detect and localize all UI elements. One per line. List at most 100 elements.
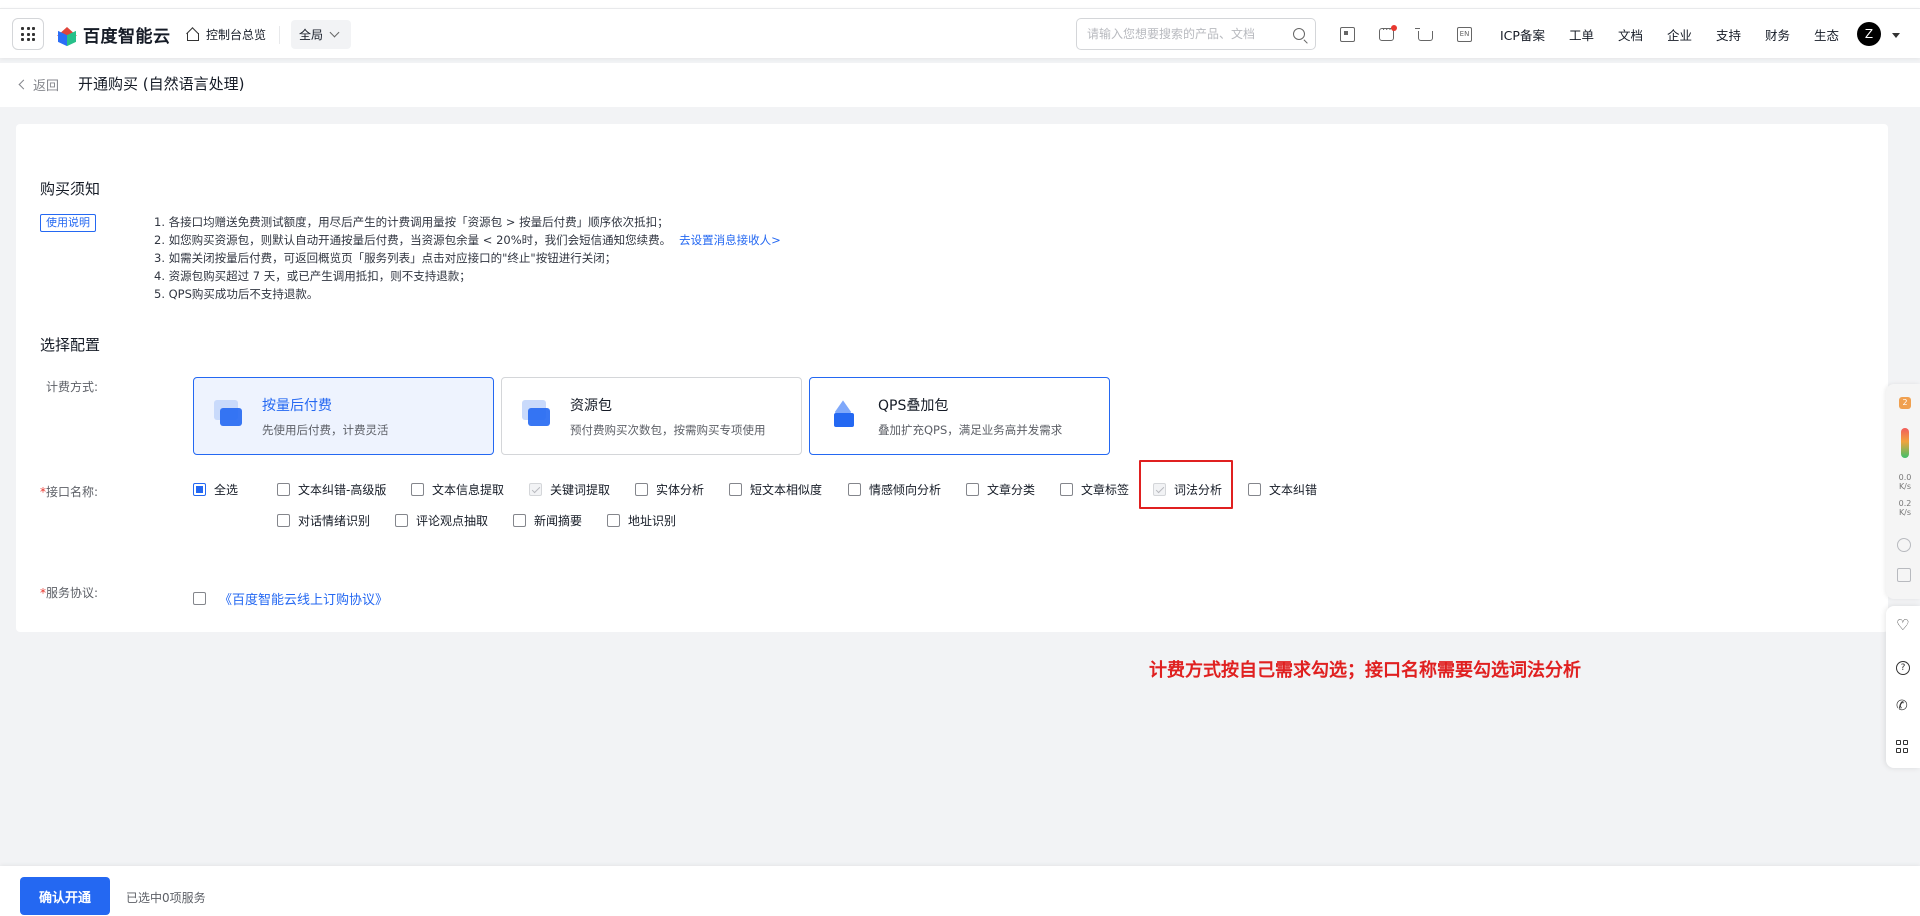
agreement-link[interactable]: 《百度智能云线上订购协议》 xyxy=(219,589,388,608)
config-title: 选择配置 xyxy=(40,336,101,354)
notification-dot xyxy=(1391,25,1397,31)
checkbox-icon xyxy=(1248,483,1261,496)
plan-resource-package[interactable]: 资源包 预付费购买次数包，按需购买专项使用 xyxy=(501,377,802,455)
checkbox-icon xyxy=(277,514,290,527)
search-box[interactable] xyxy=(1076,18,1316,50)
api-checkbox-lexical-analysis[interactable]: 词法分析 xyxy=(1153,481,1222,498)
notice-item: 5. QPS购买成功后不支持退款。 xyxy=(154,287,319,301)
checkbox-icon xyxy=(395,514,408,527)
api-checkbox[interactable]: 评论观点抽取 xyxy=(395,512,488,529)
api-checkbox[interactable]: 关键词提取 xyxy=(529,481,610,498)
checkbox-icon xyxy=(848,483,861,496)
header-link-enterprise[interactable]: 企业 xyxy=(1667,25,1692,44)
instruction-annotation: 计费方式按自己需求勾选；接口名称需要勾选词法分析 xyxy=(1149,660,1581,681)
plan-desc: 预付费购买次数包，按需购买专项使用 xyxy=(570,423,766,437)
notice-item: 2. 如您购买资源包，则默认自动开通按量后付费，当资源包余量 < 20%时，我们… xyxy=(154,233,781,247)
scope-select[interactable]: 全局 xyxy=(291,20,351,49)
speed-icon[interactable] xyxy=(1897,538,1911,552)
help-icon[interactable]: ? xyxy=(1896,661,1910,675)
api-checkbox[interactable]: 文本纠错 xyxy=(1248,481,1317,498)
header-link-ticket[interactable]: 工单 xyxy=(1569,25,1594,44)
api-checkbox[interactable]: 文本信息提取 xyxy=(411,481,504,498)
header-link-support[interactable]: 支持 xyxy=(1716,25,1741,44)
qrcode-icon[interactable] xyxy=(1340,27,1355,42)
plan-title: 按量后付费 xyxy=(262,398,332,414)
header-links: ICP备案 工单 文档 企业 支持 财务 生态 xyxy=(1500,9,1863,59)
agreement-row: 《百度智能云线上订购协议》 xyxy=(193,589,388,608)
page-header: 返回 开通购买 (自然语言处理) xyxy=(0,63,1920,107)
notice-list: 1. 各接口均赠送免费测试额度，用尽后产生的计费调用量按「资源包 > 按量后付费… xyxy=(154,213,781,303)
apps-grid-icon xyxy=(21,27,35,41)
header-link-ecosystem[interactable]: 生态 xyxy=(1814,25,1839,44)
select-all-checkbox[interactable]: 全选 xyxy=(193,481,238,498)
plan-title: QPS叠加包 xyxy=(878,398,949,414)
checkbox-icon xyxy=(635,483,648,496)
search-icon[interactable] xyxy=(1293,28,1305,40)
language-icon[interactable]: EN xyxy=(1457,27,1472,42)
checkbox-icon xyxy=(529,483,542,496)
api-checkbox[interactable]: 文章标签 xyxy=(1060,481,1129,498)
checkbox-icon xyxy=(966,483,979,496)
api-checkbox[interactable]: 文章分类 xyxy=(966,481,1035,498)
gauge-icon xyxy=(1901,428,1909,458)
chevron-left-icon xyxy=(18,79,29,90)
api-checkbox[interactable]: 实体分析 xyxy=(635,481,704,498)
plan-desc: 叠加扩充QPS，满足业务高并发需求 xyxy=(878,423,1063,437)
agreement-checkbox[interactable] xyxy=(193,592,206,605)
confirm-open-button[interactable]: 确认开通 xyxy=(20,877,110,915)
checkbox-icon xyxy=(277,483,290,496)
baidu-cloud-logo-icon xyxy=(57,24,77,46)
checkbox-icon xyxy=(411,483,424,496)
header-link-icp[interactable]: ICP备案 xyxy=(1500,25,1545,44)
api-checkbox[interactable]: 对话情绪识别 xyxy=(277,512,370,529)
console-home-link[interactable]: 控制台总览 xyxy=(186,26,266,43)
page-title: 开通购买 (自然语言处理) xyxy=(78,75,245,93)
usage-guide-button[interactable]: 使用说明 xyxy=(40,214,96,232)
checkbox-icon xyxy=(1060,483,1073,496)
billing-label: 计费方式: xyxy=(46,380,99,394)
api-checkbox[interactable]: 新闻摘要 xyxy=(513,512,582,529)
notice-item: 4. 资源包购买超过 7 天，或已产生调用抵扣，则不支持退款； xyxy=(154,269,471,283)
selected-count: 已选中0项服务 xyxy=(126,891,206,905)
chart-icon[interactable] xyxy=(1897,568,1911,582)
grid-icon[interactable] xyxy=(1896,740,1910,754)
top-strip xyxy=(0,0,1920,8)
api-label: *接口名称: xyxy=(40,485,99,499)
header-link-docs[interactable]: 文档 xyxy=(1618,25,1643,44)
checkbox-icon xyxy=(513,514,526,527)
header-icons: EN xyxy=(1340,25,1472,42)
api-checkbox[interactable]: 情感倾向分析 xyxy=(848,481,941,498)
network-monitor-widget[interactable]: 2 0.0 K/s 0.2 K/s xyxy=(1886,384,1920,599)
logo-text: 百度智能云 xyxy=(83,27,171,47)
api-checkbox[interactable]: 文本纠错-高级版 xyxy=(277,481,386,498)
caret-down-icon[interactable] xyxy=(1892,33,1900,38)
search-input[interactable] xyxy=(1087,27,1293,41)
notice-item: 3. 如需关闭按量后付费，可返回概览页「服务列表」点击对应接口的"终止"按钮进行… xyxy=(154,251,617,265)
header-link-finance[interactable]: 财务 xyxy=(1765,25,1790,44)
cart-icon[interactable] xyxy=(1415,28,1433,41)
plan-qps-addon[interactable]: QPS叠加包 叠加扩充QPS，满足业务高并发需求 xyxy=(809,377,1110,455)
agreement-label: *服务协议: xyxy=(40,586,99,600)
api-checkbox[interactable]: 短文本相似度 xyxy=(729,481,822,498)
scope-value: 全局 xyxy=(299,28,324,42)
message-icon[interactable] xyxy=(1379,25,1397,41)
checkbox-icon xyxy=(1153,483,1166,496)
divider xyxy=(279,26,280,44)
set-receiver-link[interactable]: 去设置消息接收人> xyxy=(679,233,781,247)
notice-item: 1. 各接口均赠送免费测试额度，用尽后产生的计费调用量按「资源包 > 按量后付费… xyxy=(154,215,669,229)
api-checkbox[interactable]: 地址识别 xyxy=(607,512,676,529)
avatar[interactable]: Z xyxy=(1857,22,1881,46)
float-toolbar: ? xyxy=(1886,606,1920,768)
monitor-badge: 2 xyxy=(1899,397,1911,409)
plan-pay-as-you-go[interactable]: 按量后付费 先使用后付费，计费灵活 xyxy=(193,377,494,455)
phone-icon[interactable] xyxy=(1896,698,1910,715)
cube-icon xyxy=(830,400,858,428)
apps-menu-button[interactable] xyxy=(12,18,44,50)
heart-icon[interactable] xyxy=(1896,616,1910,634)
logo[interactable]: 百度智能云 xyxy=(57,22,171,47)
back-button[interactable]: 返回 xyxy=(18,75,59,94)
console-home-label: 控制台总览 xyxy=(206,28,267,42)
checkbox-icon xyxy=(607,514,620,527)
checkbox-icon xyxy=(729,483,742,496)
chevron-down-icon xyxy=(329,27,340,38)
